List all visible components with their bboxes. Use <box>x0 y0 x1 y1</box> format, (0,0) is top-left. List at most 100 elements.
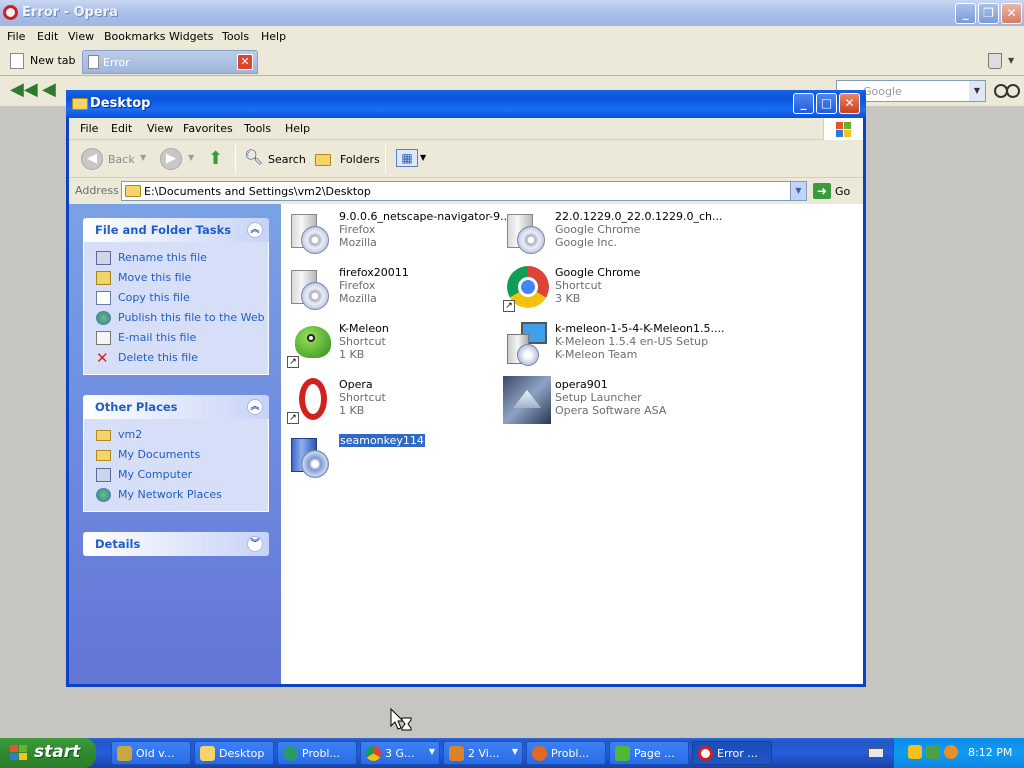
back-icon[interactable]: ◀ <box>81 148 103 170</box>
go-arrow-icon[interactable]: ➜ <box>813 183 831 199</box>
opera-menu-file[interactable]: File <box>7 30 25 43</box>
details-title: Details <box>95 537 141 551</box>
explorer-menu-favorites[interactable]: Favorites <box>183 122 233 135</box>
file-item-selected[interactable]: seamonkey114 <box>287 432 503 484</box>
new-tab-label: New tab <box>30 54 76 67</box>
opera-menu-view[interactable]: View <box>68 30 94 43</box>
forward-dropdown-icon[interactable]: ▼ <box>188 153 194 162</box>
file-item[interactable]: opera901 Setup Launcher Opera Software A… <box>503 376 719 428</box>
email-icon <box>96 331 111 345</box>
rewind-icon[interactable]: ◀◀ <box>10 80 38 100</box>
opera-close-button[interactable]: ✕ <box>1001 3 1022 24</box>
file-item[interactable]: ↗ Google Chrome Shortcut 3 KB <box>503 264 719 316</box>
task-rename[interactable]: Rename this file <box>96 250 268 270</box>
address-dropdown-icon[interactable]: ▼ <box>790 182 806 200</box>
place-vm2[interactable]: vm2 <box>96 427 268 447</box>
folder-up-icon[interactable]: ⬆ <box>208 148 223 169</box>
folders-button-label[interactable]: Folders <box>340 153 380 166</box>
taskbar-button-problems-1[interactable]: Probl... <box>277 741 357 765</box>
file-name: 9.0.0.6_netscape-navigator-9... <box>339 210 511 223</box>
search-engine-dropdown-icon[interactable]: ▼ <box>969 81 985 101</box>
file-folder-tasks-header[interactable]: File and Folder Tasks ︽ <box>83 218 269 242</box>
opera-minimize-button[interactable]: _ <box>955 3 976 24</box>
opera-menu-tools[interactable]: Tools <box>222 30 249 43</box>
place-my-computer[interactable]: My Computer <box>96 467 268 487</box>
explorer-titlebar[interactable]: Desktop _ □ ✕ <box>66 90 866 118</box>
task-publish[interactable]: Publish this file to the Web <box>96 310 268 330</box>
task-move[interactable]: Move this file <box>96 270 268 290</box>
explorer-menu-file[interactable]: File <box>80 122 98 135</box>
task-delete[interactable]: ✕ Delete this file <box>96 350 268 370</box>
explorer-maximize-button[interactable]: □ <box>816 93 837 114</box>
address-field[interactable]: E:\Documents and Settings\vm2\Desktop ▼ <box>121 181 807 201</box>
windows-flag-icon <box>823 118 863 140</box>
views-dropdown-icon[interactable]: ▼ <box>420 153 426 162</box>
opera-menu-edit[interactable]: Edit <box>37 30 58 43</box>
opera-menu-widgets[interactable]: Widgets <box>169 30 213 43</box>
my-computer-icon <box>96 468 111 482</box>
back-dropdown-icon[interactable]: ▼ <box>140 153 146 162</box>
search-tray-icon[interactable] <box>944 745 958 759</box>
search-button-label[interactable]: Search <box>268 153 306 166</box>
file-item[interactable]: 22.0.1229.0_22.0.1229.0_ch... Google Chr… <box>503 208 723 260</box>
taskbar-button-error[interactable]: Error ... <box>692 741 772 765</box>
file-name: 22.0.1229.0_22.0.1229.0_ch... <box>555 210 723 223</box>
explorer-window: Desktop _ □ ✕ File Edit View Favorites T… <box>66 90 866 687</box>
place-my-documents[interactable]: My Documents <box>96 447 268 467</box>
copy-icon <box>96 291 111 305</box>
file-company: K-Meleon Team <box>555 348 638 361</box>
file-item[interactable]: ↗ Opera Shortcut 1 KB <box>287 376 503 428</box>
file-item[interactable]: k-meleon-1-5-4-K-Meleon1.5.... K-Meleon … <box>503 320 725 372</box>
taskbar-button-vi-group[interactable]: 2 Vi... ▼ <box>443 741 523 765</box>
views-icon[interactable]: ▦ <box>396 149 418 167</box>
taskbar-button-page[interactable]: Page ... <box>609 741 689 765</box>
explorer-menu-tools[interactable]: Tools <box>244 122 271 135</box>
new-tab-button[interactable]: New tab <box>8 52 76 72</box>
back-button-label[interactable]: Back <box>108 153 135 166</box>
keyboard-icon[interactable] <box>868 748 884 758</box>
shield-icon[interactable] <box>908 745 922 759</box>
file-name: firefox20011 <box>339 266 409 279</box>
app-icon <box>117 746 132 761</box>
opera-menu-help[interactable]: Help <box>261 30 286 43</box>
start-button[interactable]: start <box>0 738 96 768</box>
search-icon[interactable]: 🔍︎ <box>244 148 263 166</box>
explorer-minimize-button[interactable]: _ <box>793 93 814 114</box>
tab-error[interactable]: Error ✕ <box>82 50 258 74</box>
opera-titlebar[interactable]: Error - Opera _ ❐ ✕ <box>0 0 1024 26</box>
file-item[interactable]: ↗ K-Meleon Shortcut 1 KB <box>287 320 503 372</box>
opera-restore-button[interactable]: ❐ <box>978 3 999 24</box>
taskbar-button-old-v[interactable]: Old v... <box>111 741 191 765</box>
explorer-menu-help[interactable]: Help <box>285 122 310 135</box>
other-places-header[interactable]: Other Places ︽ <box>83 395 269 419</box>
task-email[interactable]: E-mail this file <box>96 330 268 350</box>
file-item[interactable]: firefox20011 Firefox Mozilla <box>287 264 503 316</box>
toolbar-separator <box>385 145 386 173</box>
explorer-close-button[interactable]: ✕ <box>839 93 860 114</box>
forward-icon[interactable]: ▶ <box>160 148 182 170</box>
network-tray-icon[interactable] <box>926 745 940 759</box>
trash-dropdown-icon[interactable]: ▼ <box>1008 56 1014 65</box>
collapse-chevron-icon[interactable]: ︽ <box>247 222 263 238</box>
file-item[interactable]: 9.0.0.6_netscape-navigator-9... Firefox … <box>287 208 511 260</box>
go-button-label[interactable]: Go <box>835 185 850 198</box>
back-arrow-icon[interactable]: ◀ <box>42 80 66 100</box>
place-my-network[interactable]: My Network Places <box>96 487 268 507</box>
expand-chevron-icon[interactable]: ︾ <box>247 536 263 552</box>
file-type: Firefox <box>339 279 376 292</box>
taskbar-button-label: Page ... <box>634 747 675 760</box>
taskbar-button-desktop[interactable]: Desktop <box>194 741 274 765</box>
task-copy[interactable]: Copy this file <box>96 290 268 310</box>
explorer-menu-edit[interactable]: Edit <box>111 122 132 135</box>
opera-menu-bookmarks[interactable]: Bookmarks <box>104 30 165 43</box>
explorer-menu-view[interactable]: View <box>147 122 173 135</box>
trash-icon[interactable] <box>988 53 1002 69</box>
place-my-computer-label: My Computer <box>118 468 193 481</box>
tab-close-icon[interactable]: ✕ <box>237 54 253 70</box>
taskbar-button-problems-2[interactable]: Probl... <box>526 741 606 765</box>
glasses-icon[interactable] <box>994 84 1020 98</box>
folders-icon[interactable] <box>315 154 331 166</box>
taskbar-button-chrome-group[interactable]: 3 G... ▼ <box>360 741 440 765</box>
collapse-chevron-icon[interactable]: ︽ <box>247 399 263 415</box>
details-header[interactable]: Details ︾ <box>83 532 269 556</box>
